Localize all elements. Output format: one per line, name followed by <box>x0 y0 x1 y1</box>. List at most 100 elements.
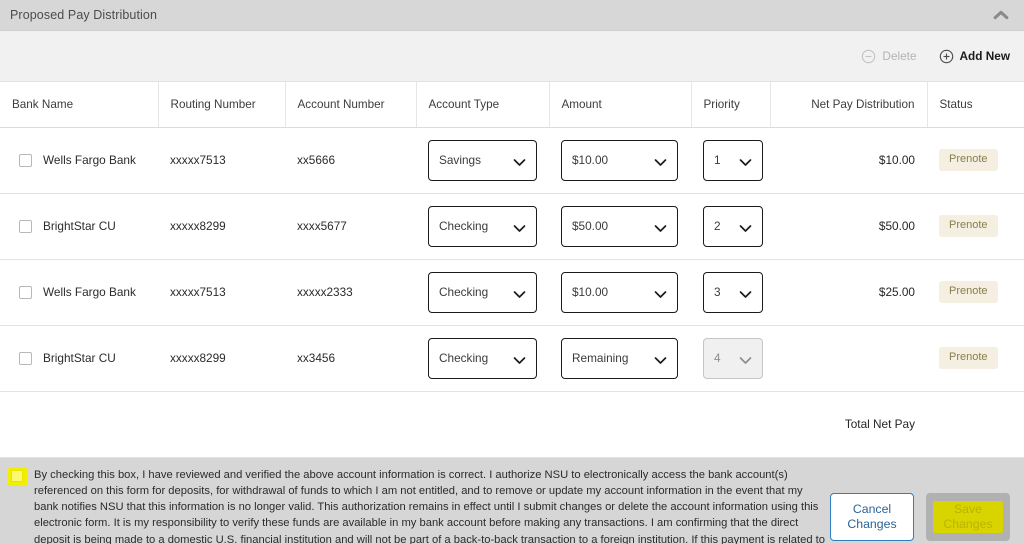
priority-select[interactable]: 2 <box>703 205 763 247</box>
account-type-select[interactable]: Checking <box>428 337 537 379</box>
priority-select: 4 <box>703 337 763 379</box>
add-new-button[interactable]: Add New <box>939 49 1010 64</box>
account-type-value: Checking <box>439 219 489 233</box>
save-changes-label: Save Changes <box>933 500 1003 533</box>
cell-status: Prenote <box>927 325 1024 392</box>
status-badge: Prenote <box>939 347 998 369</box>
status-badge: Prenote <box>939 281 998 303</box>
form-actions: Cancel Changes Save Changes <box>830 492 1010 541</box>
amount-value: Remaining <box>572 351 629 365</box>
pay-distribution-panel: Proposed Pay Distribution Delete Add New… <box>0 0 1024 544</box>
cell-amount: $50.00 <box>549 193 691 260</box>
bank-name-label: BrightStar CU <box>43 219 116 233</box>
column-header-bank-name: Bank Name <box>0 82 159 128</box>
chevron-down-icon <box>654 354 667 364</box>
cell-routing-number: xxxxx8299 <box>158 193 285 260</box>
row-checkbox[interactable] <box>19 351 32 365</box>
cell-amount: Remaining <box>549 325 691 392</box>
cell-priority: 1 <box>691 127 770 194</box>
cell-account-type: Savings <box>416 127 549 194</box>
cell-routing-number: xxxxx7513 <box>158 127 285 194</box>
column-header-net-pay-distribution: Net Pay Distribution <box>770 82 928 128</box>
net-pay-distribution-value: $10.00 <box>878 153 915 167</box>
column-header-account-type: Account Type <box>416 82 550 128</box>
total-net-pay-label: Total Net Pay <box>770 390 927 458</box>
chevron-up-icon[interactable] <box>992 8 1010 22</box>
chevron-down-icon <box>513 222 526 232</box>
row-checkbox[interactable] <box>19 153 32 167</box>
cell-status: Prenote <box>927 193 1024 260</box>
row-checkbox[interactable] <box>19 285 32 299</box>
priority-value: 3 <box>714 285 721 299</box>
routing-number-value: xxxxx7513 <box>170 285 226 299</box>
plus-circle-icon <box>939 49 954 64</box>
cell-amount: $10.00 <box>549 127 691 194</box>
column-header-status: Status <box>927 82 1024 128</box>
minus-circle-icon <box>861 49 876 64</box>
cell-status: Prenote <box>927 127 1024 194</box>
disclaimer-text: By checking this box, I have reviewed an… <box>34 468 826 544</box>
total-net-pay-row: Total Net Pay <box>0 390 1024 458</box>
cell-account-number: xxxxx2333 <box>285 259 416 326</box>
table-toolbar: Delete Add New <box>0 31 1024 82</box>
cell-net-pay-distribution: $25.00 <box>770 259 927 326</box>
delete-button[interactable]: Delete <box>861 49 917 64</box>
cell-amount: $10.00 <box>549 259 691 326</box>
cell-status: Prenote <box>927 259 1024 326</box>
account-type-value: Checking <box>439 351 489 365</box>
table-row: Wells Fargo Bank xxxxx7513 xxxxx2333 Che… <box>0 259 1024 326</box>
save-changes-button[interactable]: Save Changes <box>926 492 1010 541</box>
cell-priority: 4 <box>691 325 770 392</box>
authorization-checkbox-highlight <box>8 467 27 486</box>
account-number-value: xxxxx2333 <box>297 285 353 299</box>
amount-select[interactable]: $10.00 <box>561 139 678 181</box>
amount-select[interactable]: Remaining <box>561 337 678 379</box>
cell-net-pay-distribution <box>770 325 927 392</box>
account-type-value: Savings <box>439 153 481 167</box>
cell-account-type: Checking <box>416 259 549 326</box>
priority-select[interactable]: 1 <box>703 139 763 181</box>
account-type-select[interactable]: Savings <box>428 139 537 181</box>
amount-select[interactable]: $50.00 <box>561 205 678 247</box>
cell-priority: 3 <box>691 259 770 326</box>
amount-select[interactable]: $10.00 <box>561 271 678 313</box>
authorization-checkbox[interactable] <box>11 469 23 482</box>
chevron-down-icon <box>739 222 752 232</box>
chevron-down-icon <box>739 288 752 298</box>
cancel-changes-button[interactable]: Cancel Changes <box>830 492 914 541</box>
pay-distribution-table: Bank Name Routing Number Account Number … <box>0 82 1024 458</box>
row-checkbox[interactable] <box>19 219 32 233</box>
table-row: BrightStar CU xxxxx8299 xx3456 Checking … <box>0 325 1024 392</box>
column-header-routing-number: Routing Number <box>158 82 286 128</box>
chevron-down-icon <box>654 288 667 298</box>
account-type-select[interactable]: Checking <box>428 271 537 313</box>
priority-value: 4 <box>714 351 721 365</box>
chevron-down-icon <box>654 156 667 166</box>
cell-bank-name: BrightStar CU <box>0 325 158 392</box>
cell-routing-number: xxxxx7513 <box>158 259 285 326</box>
cell-account-type: Checking <box>416 193 549 260</box>
chevron-down-icon <box>739 354 752 364</box>
account-number-value: xx3456 <box>297 351 336 365</box>
chevron-down-icon <box>654 222 667 232</box>
amount-value: $50.00 <box>572 219 609 233</box>
account-type-select[interactable]: Checking <box>428 205 537 247</box>
table-body: Wells Fargo Bank xxxxx7513 xx5666 Saving… <box>0 127 1024 458</box>
cell-account-number: xxxx5677 <box>285 193 416 260</box>
bank-name-label: BrightStar CU <box>43 351 116 365</box>
table-row: BrightStar CU xxxxx8299 xxxx5677 Checkin… <box>0 193 1024 260</box>
cell-routing-number: xxxxx8299 <box>158 325 285 392</box>
amount-value: $10.00 <box>572 153 609 167</box>
column-header-priority: Priority <box>691 82 771 128</box>
account-type-value: Checking <box>439 285 489 299</box>
cell-bank-name: Wells Fargo Bank <box>0 259 158 326</box>
cell-account-number: xx5666 <box>285 127 416 194</box>
table-header-row: Bank Name Routing Number Account Number … <box>0 82 1024 128</box>
amount-value: $10.00 <box>572 285 609 299</box>
priority-select[interactable]: 3 <box>703 271 763 313</box>
account-number-value: xxxx5677 <box>297 219 347 233</box>
column-header-amount: Amount <box>549 82 692 128</box>
cell-priority: 2 <box>691 193 770 260</box>
chevron-down-icon <box>513 354 526 364</box>
routing-number-value: xxxxx8299 <box>170 219 226 233</box>
